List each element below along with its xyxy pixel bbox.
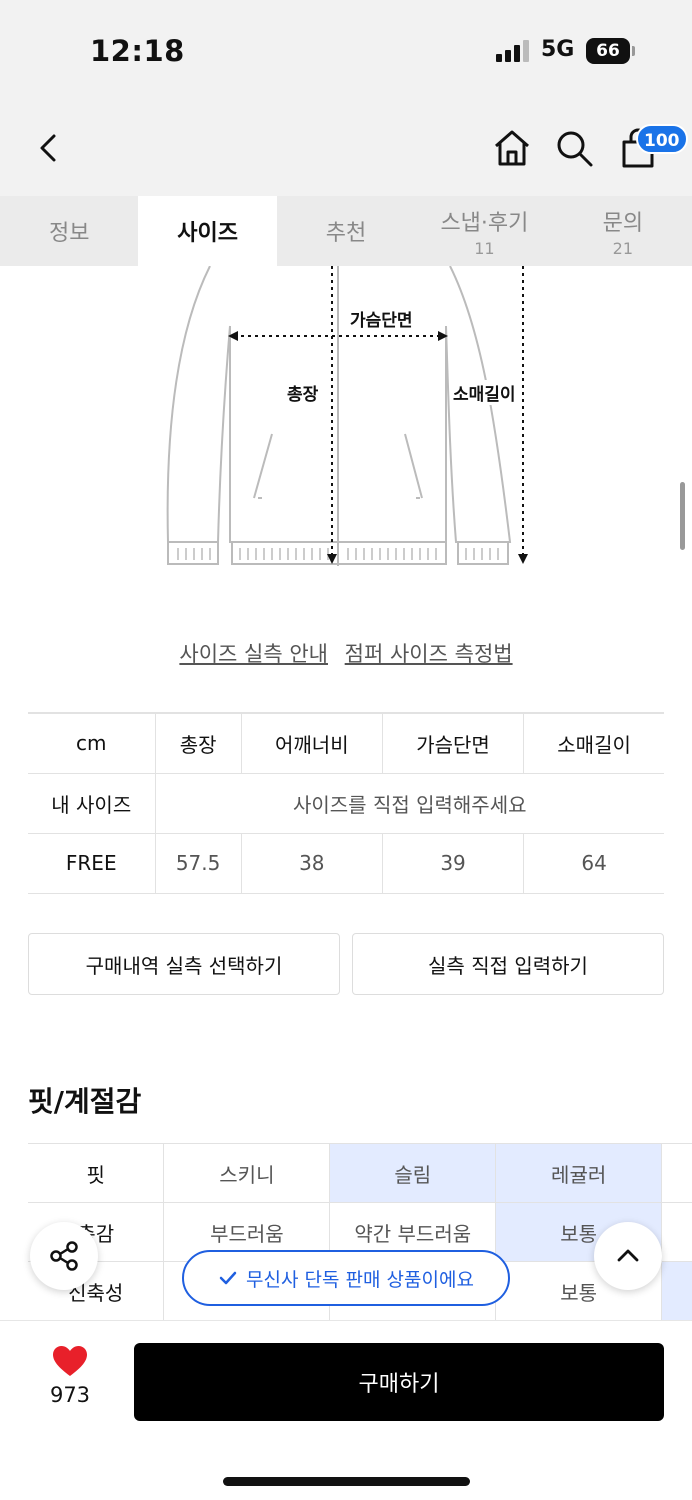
size-guide-link[interactable]: 사이즈 실측 안내 (179, 642, 328, 666)
table-cell: 38 (240, 832, 383, 894)
back-icon[interactable] (30, 128, 70, 168)
my-size-input[interactable]: 사이즈를 직접 입력해주세요 (154, 772, 664, 834)
signal-icon (496, 40, 532, 62)
length-label: 총장 (287, 380, 319, 405)
battery-tip (632, 46, 635, 56)
table-row: 핏 스키니 슬림 레귤러 루 (28, 1143, 692, 1203)
like-count: 973 (49, 1383, 91, 1407)
table-cell-selected: 레귤러 (495, 1143, 663, 1203)
fit-section-title: 핏/계절감 (28, 1085, 142, 1118)
chevron-up-icon (617, 1249, 639, 1262)
tab-label: 사이즈 (177, 221, 238, 246)
tab-info[interactable]: 정보 (0, 196, 138, 266)
row-label: 내 사이즈 (28, 772, 156, 834)
network-label: 5G (541, 37, 575, 62)
buy-button[interactable]: 구매하기 (134, 1343, 664, 1421)
table-cell: 64 (523, 832, 664, 894)
tab-label: 추천 (325, 221, 367, 246)
measure-buttons: 구매내역 실측 선택하기 실측 직접 입력하기 (28, 933, 664, 995)
measure-method-link[interactable]: 점퍼 사이즈 측정법 (345, 642, 513, 666)
battery-icon: 66 (586, 38, 630, 64)
table-cell-selected: 약간 (661, 1261, 692, 1320)
bottom-bar: 973 구매하기 (0, 1320, 692, 1500)
tab-label: 정보 (48, 221, 90, 246)
select-from-history-button[interactable]: 구매내역 실측 선택하기 (28, 933, 340, 995)
exclusive-text: 무신사 단독 판매 상품이에요 (246, 1268, 474, 1291)
scroll-top-button[interactable] (594, 1222, 662, 1290)
chest-label: 가슴단면 (350, 306, 413, 331)
sleeve-label: 소매길이 (453, 380, 516, 405)
column-header: 총장 (154, 712, 242, 774)
table-cell: 39 (381, 832, 525, 894)
status-bar: 12:18 5G 66 (0, 0, 692, 100)
row-label: 핏 (28, 1143, 165, 1203)
home-indicator (223, 1477, 470, 1486)
share-button[interactable] (30, 1222, 98, 1290)
exclusive-badge: 무신사 단독 판매 상품이에요 (182, 1250, 510, 1306)
tab-count: 21 (612, 238, 633, 258)
tab-count: 11 (474, 238, 495, 258)
heart-icon (53, 1346, 87, 1376)
share-icon (50, 1241, 78, 1271)
search-icon[interactable] (552, 126, 596, 170)
column-header: 어깨너비 (240, 712, 383, 774)
tab-label: 문의 (602, 210, 644, 236)
table-cell: 스키니 (163, 1143, 331, 1203)
tab-size[interactable]: 사이즈 (138, 196, 277, 266)
tab-label: 스냅·후기 (440, 210, 529, 236)
size-guide-links: 사이즈 실측 안내 점퍼 사이즈 측정법 (0, 638, 692, 668)
row-label: FREE (28, 832, 156, 894)
scrollbar[interactable] (680, 482, 685, 550)
top-header: 100 (0, 100, 692, 196)
tab-recommend[interactable]: 추천 (277, 196, 415, 266)
size-table: cm 총장 어깨너비 가슴단면 소매길이 내 사이즈 사이즈를 직접 입력해주세… (28, 712, 664, 894)
column-header: cm (28, 712, 156, 774)
status-time: 12:18 (90, 34, 185, 68)
table-header-row: cm 총장 어깨너비 가슴단면 소매길이 (28, 712, 664, 774)
table-cell: 루 (661, 1143, 692, 1203)
enter-measurement-button[interactable]: 실측 직접 입력하기 (352, 933, 664, 995)
home-icon[interactable] (490, 126, 534, 170)
table-row: FREE 57.5 38 39 64 (28, 832, 664, 894)
table-cell: 57.5 (154, 832, 242, 894)
like-button[interactable]: 973 (40, 1345, 100, 1407)
column-header: 소매길이 (523, 712, 664, 774)
check-icon (219, 1271, 237, 1285)
size-diagram: 가슴단면 총장 소매길이 (150, 265, 550, 576)
cart-count-badge: 100 (636, 124, 688, 154)
table-cell: 약간 (661, 1202, 692, 1262)
table-cell-selected: 슬림 (329, 1143, 497, 1203)
tab-inquiry[interactable]: 문의 21 (554, 196, 692, 266)
tab-snap-review[interactable]: 스냅·후기 11 (415, 196, 553, 266)
product-tabs: 정보 사이즈 추천 스냅·후기 11 문의 21 (0, 196, 692, 266)
my-size-row: 내 사이즈 사이즈를 직접 입력해주세요 (28, 772, 664, 834)
column-header: 가슴단면 (381, 712, 525, 774)
